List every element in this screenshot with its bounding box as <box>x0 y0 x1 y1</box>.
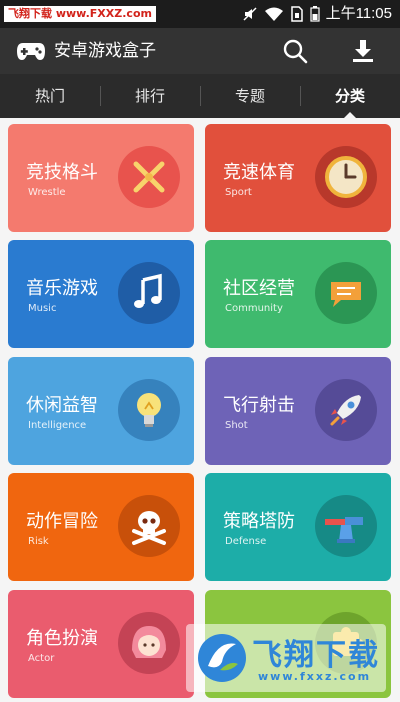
status-bar: 飞翔下载 www.FXXZ.com 上午11:05 <box>0 0 400 28</box>
category-card-sport[interactable]: 竞速体育 Sport <box>205 124 391 232</box>
tab-bar: 热门 排行 专题 分类 <box>0 74 400 118</box>
mute-icon <box>242 6 258 22</box>
download-icon[interactable] <box>350 38 376 64</box>
crossed-swords-icon <box>118 146 180 208</box>
category-subtitle: Intelligence <box>28 420 87 431</box>
category-subtitle: Defense <box>225 536 267 547</box>
skull-icon <box>118 495 180 557</box>
tab-hot[interactable]: 热门 <box>0 74 100 118</box>
category-card-shot[interactable]: 飞行射击 Shot <box>205 357 391 465</box>
category-subtitle: Wrestle <box>28 187 66 198</box>
tab-topics[interactable]: 专题 <box>200 74 300 118</box>
girl-face-icon <box>118 612 180 674</box>
category-subtitle: Shot <box>225 420 248 431</box>
search-icon[interactable] <box>282 38 308 64</box>
category-name: 音乐游戏 <box>26 278 98 299</box>
watermark-logo: 飞翔下载 www.fxxz.com <box>186 624 386 692</box>
category-card-defense[interactable]: 策略塔防 Defense <box>205 473 391 581</box>
category-name: 飞行射击 <box>223 395 295 416</box>
app-title: 安卓游戏盒子 <box>54 41 156 61</box>
category-card-risk[interactable]: 动作冒险 Risk <box>8 473 194 581</box>
category-subtitle: Music <box>28 303 57 314</box>
category-name: 竞技格斗 <box>26 162 98 183</box>
category-name: 策略塔防 <box>223 511 295 532</box>
watermark-url-text: www.fxxz.com <box>258 670 372 683</box>
battery-icon <box>309 6 320 22</box>
clock-icon <box>315 146 377 208</box>
category-subtitle: Actor <box>28 653 55 664</box>
watermark-mark-icon <box>194 630 250 686</box>
sim-icon <box>290 6 304 22</box>
category-grid: 竞技格斗 Wrestle 竞速体育 Sport 音乐游戏 Music 社区经营 … <box>0 118 400 702</box>
category-card-wrestle[interactable]: 竞技格斗 Wrestle <box>8 124 194 232</box>
chat-bubble-icon <box>315 262 377 324</box>
watermark-main-text: 飞翔下载 <box>252 638 380 673</box>
wifi-icon <box>264 6 284 22</box>
category-name: 竞速体育 <box>223 162 295 183</box>
category-card-community[interactable]: 社区经营 Community <box>205 240 391 348</box>
tab-categories[interactable]: 分类 <box>300 74 400 118</box>
status-time: 上午11:05 <box>325 5 392 22</box>
gamepad-icon <box>16 38 46 64</box>
category-subtitle: Risk <box>28 536 49 547</box>
category-card-intelligence[interactable]: 休闲益智 Intelligence <box>8 357 194 465</box>
rocket-icon <box>315 379 377 441</box>
category-name: 动作冒险 <box>26 511 98 532</box>
app-bar: 安卓游戏盒子 <box>0 28 400 74</box>
tab-ranking[interactable]: 排行 <box>100 74 200 118</box>
music-note-icon <box>118 262 180 324</box>
category-name: 社区经营 <box>223 278 295 299</box>
lightbulb-icon <box>118 379 180 441</box>
status-icons: 上午11:05 <box>242 4 392 24</box>
tower-defense-icon <box>315 495 377 557</box>
category-name: 角色扮演 <box>26 628 98 649</box>
category-subtitle: Sport <box>225 187 252 198</box>
category-subtitle: Community <box>225 303 283 314</box>
category-card-actor[interactable]: 角色扮演 Actor <box>8 590 194 698</box>
category-card-music[interactable]: 音乐游戏 Music <box>8 240 194 348</box>
status-watermark: 飞翔下载 www.FXXZ.com <box>4 6 156 22</box>
category-name: 休闲益智 <box>26 395 98 416</box>
